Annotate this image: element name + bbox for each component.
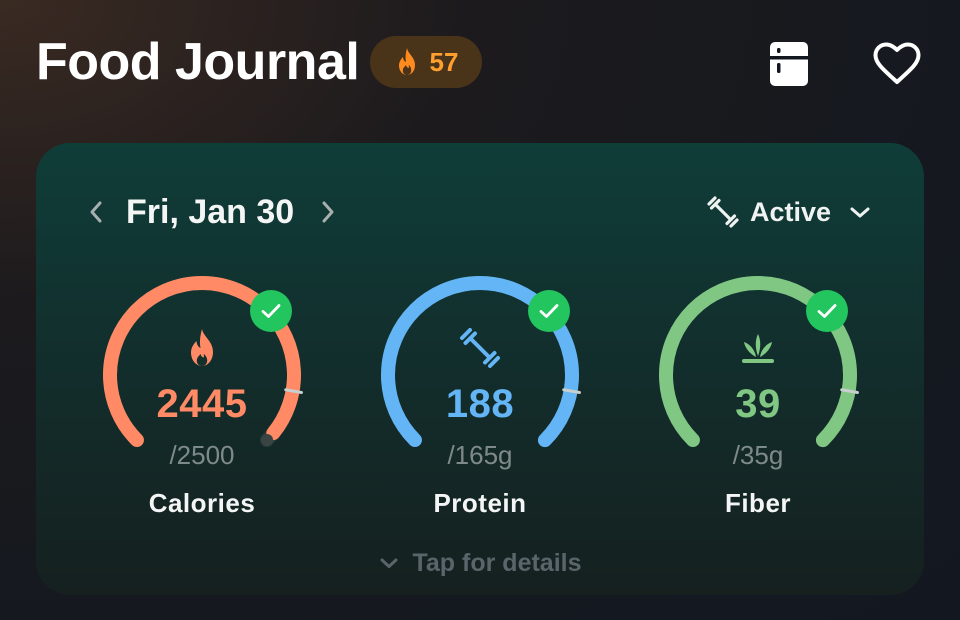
tap-for-details-button[interactable]: Tap for details — [0, 545, 960, 581]
fridge-icon — [770, 42, 808, 86]
calories-target: /2500 — [169, 440, 235, 470]
dumbbell-icon — [460, 328, 500, 368]
fridge-button[interactable] — [761, 36, 817, 92]
check-icon — [261, 304, 281, 318]
protein-label: Protein — [433, 488, 527, 518]
app-title: Food Journal — [36, 33, 360, 91]
calories-label: Calories — [148, 488, 256, 518]
goal-met-badge — [528, 290, 570, 332]
goal-met-badge — [250, 290, 292, 332]
flame-icon — [191, 329, 213, 366]
sprout-icon — [742, 334, 774, 363]
fiber-target: /35g — [732, 440, 784, 470]
chevron-left-icon — [90, 201, 102, 223]
fiber-label: Fiber — [724, 488, 792, 518]
gauge-protein[interactable]: 188 /165g Protein — [375, 270, 585, 520]
check-icon — [539, 304, 559, 318]
heart-icon — [873, 42, 921, 84]
streak-count: 57 — [429, 46, 459, 77]
flame-icon — [398, 48, 415, 75]
goal-met-badge — [806, 290, 848, 332]
current-date[interactable]: Fri, Jan 30 — [126, 193, 294, 232]
dumbbell-icon — [707, 196, 739, 228]
streak-badge[interactable]: 57 — [370, 36, 482, 88]
protein-target: /165g — [447, 440, 513, 470]
next-day-button[interactable] — [314, 186, 342, 238]
favorites-button[interactable] — [869, 36, 925, 92]
activity-level-dropdown[interactable]: Active — [706, 188, 873, 236]
activity-level-label: Active — [750, 196, 832, 227]
gauge-calories[interactable]: 2445 /2500 Calories — [97, 270, 307, 520]
chevron-down-icon — [380, 558, 398, 568]
chevron-right-icon — [322, 201, 334, 223]
date-navigator: Fri, Jan 30 — [82, 186, 342, 238]
gauge-fiber[interactable]: 39 /35g Fiber — [653, 270, 863, 520]
protein-value: 188 — [445, 382, 515, 426]
calories-value: 2445 — [156, 382, 248, 426]
chevron-down-icon — [850, 207, 870, 218]
previous-day-button[interactable] — [82, 186, 110, 238]
check-icon — [817, 304, 837, 318]
tap-for-details-label: Tap for details — [412, 548, 582, 577]
fiber-value: 39 — [735, 382, 781, 426]
